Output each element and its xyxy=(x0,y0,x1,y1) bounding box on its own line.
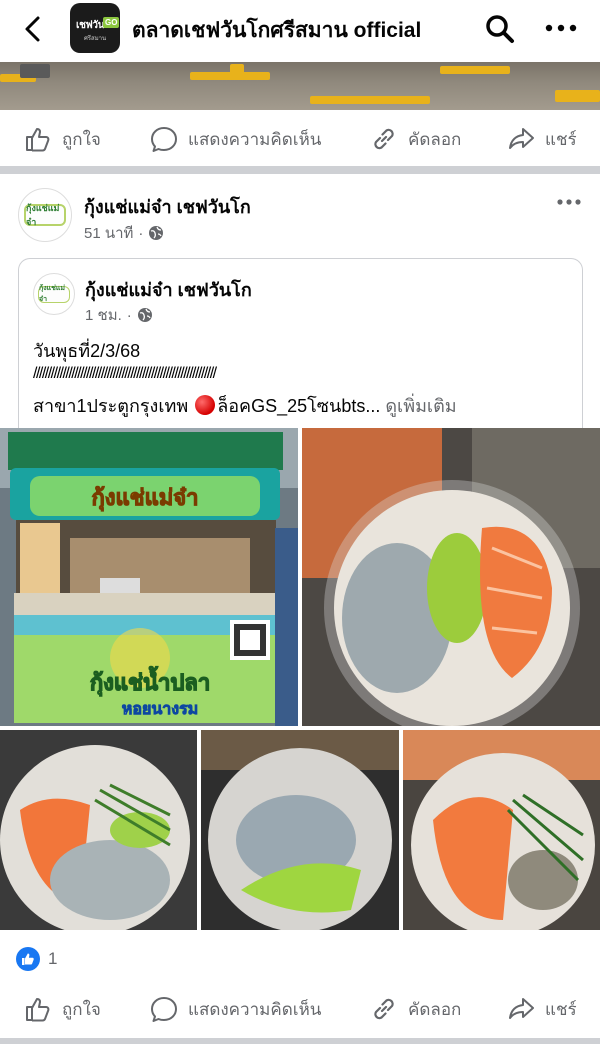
comment-button[interactable]: แสดงความคิดเห็น xyxy=(150,125,321,153)
copy-label: คัดลอก xyxy=(408,999,462,1019)
author-logo: กุ้งแช่แม่จ๋า xyxy=(24,203,66,227)
globe-icon xyxy=(137,308,152,322)
post-photo-bowl-4[interactable] xyxy=(403,730,600,930)
shared-post-card[interactable]: กุ้งแช่แม่จ๋า กุ้งแช่แม่จ๋า เชฟวันโก 1 ช… xyxy=(18,258,583,428)
shared-author-avatar[interactable]: กุ้งแช่แม่จ๋า xyxy=(33,273,75,315)
page-title[interactable]: ตลาดเชฟวันโกศรีสมาน official xyxy=(132,14,421,47)
post-divider-bottom xyxy=(0,1038,600,1044)
location-text-end: ล็อคGS_25โซนbts... xyxy=(217,396,381,416)
copy-button[interactable]: คัดลอก xyxy=(370,125,461,153)
share-arrow-icon xyxy=(509,128,534,149)
shared-timestamp[interactable]: 1 ชม. · xyxy=(85,303,153,327)
see-more-link[interactable]: ดูเพิ่มเติม xyxy=(385,396,456,416)
share-button[interactable]: แชร์ xyxy=(507,995,577,1023)
comment-bubble-icon xyxy=(151,997,177,1022)
page-avatar-subtext: ศรีสมาน xyxy=(84,36,107,42)
red-circle-icon xyxy=(195,395,216,415)
like-button[interactable]: ถูกใจ xyxy=(24,995,101,1023)
copy-label: คัดลอก xyxy=(408,129,462,149)
page-avatar-text: เชฟวัน xyxy=(76,20,105,31)
shared-time-text: 1 ชม. xyxy=(85,307,122,324)
like-label: ถูกใจ xyxy=(62,129,101,149)
post-author-avatar[interactable]: กุ้งแช่แม่จ๋า xyxy=(18,188,72,242)
action-bar-top: ถูกใจ แสดงความคิดเห็น คัดลอก แชร์ xyxy=(0,110,600,168)
post-options-icon[interactable] xyxy=(556,194,582,210)
post-text-location: สาขา1ประตูกรุงเทพ ล็อคGS_25โซนbts... ดูเ… xyxy=(33,391,457,420)
reaction-count: 1 xyxy=(48,949,58,968)
action-bar-bottom: ถูกใจ แสดงความคิดเห็น คัดลอก แชร์ xyxy=(0,980,600,1038)
link-icon xyxy=(374,128,394,150)
more-horizontal-icon[interactable] xyxy=(543,16,579,40)
share-label: แชร์ xyxy=(545,999,577,1019)
comment-label: แสดงความคิดเห็น xyxy=(188,129,322,149)
post-author-name[interactable]: กุ้งแช่แม่จ๋า เชฟวันโก xyxy=(84,192,251,221)
share-label: แชร์ xyxy=(545,129,577,149)
post-photo-stall[interactable]: กุ้งแช่แม่จ๋า กุ้งแช่น้ำปลา หอยนางรม xyxy=(0,428,298,726)
link-icon xyxy=(374,998,394,1020)
post-divider xyxy=(0,166,600,174)
back-arrow-icon[interactable] xyxy=(18,14,48,44)
share-arrow-icon xyxy=(509,998,534,1019)
copy-button[interactable]: คัดลอก xyxy=(370,995,461,1023)
stall-sign-bottom: กุ้งแช่น้ำปลา xyxy=(90,666,210,697)
stall-sign-bottom2: หอยนางรม xyxy=(122,699,198,718)
thumbs-up-icon xyxy=(26,128,50,152)
shared-author-logo: กุ้งแช่แม่จ๋า xyxy=(38,285,70,303)
like-label: ถูกใจ xyxy=(62,999,101,1019)
like-reaction-icon xyxy=(16,947,40,971)
post-photo-seafood-bowl[interactable] xyxy=(302,428,600,726)
share-button[interactable]: แชร์ xyxy=(507,125,577,153)
post-text-separator: ////////////////////////////////////////… xyxy=(33,365,217,382)
post-time-text: 51 นาที xyxy=(84,225,134,242)
reaction-summary[interactable]: 1 xyxy=(16,947,57,971)
page-avatar-badge: GO xyxy=(103,17,120,28)
thumbs-up-icon xyxy=(26,998,50,1022)
comment-bubble-icon xyxy=(151,127,177,152)
post-text-date: วันพุธที่2/3/68 xyxy=(33,341,141,361)
comment-label: แสดงความคิดเห็น xyxy=(188,999,322,1019)
like-button[interactable]: ถูกใจ xyxy=(24,125,101,153)
stall-sign-top: กุ้งแช่แม่จ๋า xyxy=(91,486,198,512)
page-avatar[interactable]: เชฟวัน GO ศรีสมาน xyxy=(70,3,120,53)
post-timestamp[interactable]: 51 นาที · xyxy=(84,221,164,245)
comment-button[interactable]: แสดงความคิดเห็น xyxy=(150,995,321,1023)
search-icon[interactable] xyxy=(484,13,516,45)
shared-author-name[interactable]: กุ้งแช่แม่จ๋า เชฟวันโก xyxy=(85,275,252,304)
globe-icon xyxy=(149,226,164,240)
post-photo-bowl-2[interactable] xyxy=(0,730,197,930)
location-text-start: สาขา1ประตูกรุงเทพ xyxy=(33,396,194,416)
previous-post-image[interactable] xyxy=(0,62,600,110)
post-photo-bowl-3[interactable] xyxy=(201,730,399,930)
top-nav-bar: เชฟวัน GO ศรีสมาน ตลาดเชฟวันโกศรีสมาน of… xyxy=(0,0,600,58)
